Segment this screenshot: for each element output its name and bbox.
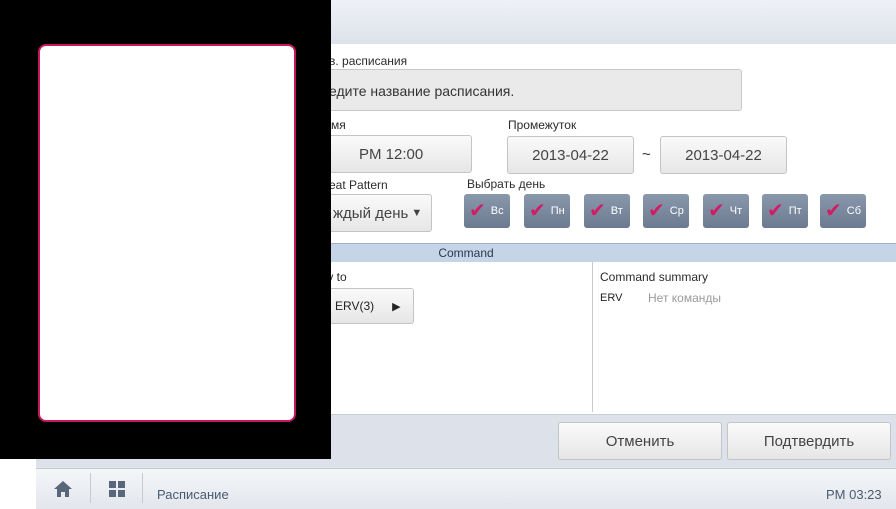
day-label: Сб bbox=[846, 205, 862, 217]
day-toggle-sat[interactable]: ✔ Сб bbox=[820, 194, 866, 228]
summary-command-value: Нет команды bbox=[648, 291, 722, 305]
time-picker-button[interactable]: PM 12:00 bbox=[318, 135, 472, 173]
overlay-content-box bbox=[38, 44, 296, 422]
home-icon[interactable] bbox=[52, 479, 74, 499]
divider bbox=[90, 473, 91, 503]
day-toggle-wed[interactable]: ✔ Ср bbox=[643, 194, 689, 228]
day-label: Вт bbox=[610, 205, 623, 217]
schedule-name-placeholder: едите название расписания. bbox=[329, 83, 515, 99]
day-toggle-tue[interactable]: ✔ Вт bbox=[584, 194, 630, 228]
period-end-button[interactable]: 2013-04-22 bbox=[660, 136, 787, 174]
day-toggle-sun[interactable]: ✔ Вс bbox=[464, 194, 510, 228]
checkmark-icon: ✔ bbox=[708, 200, 725, 222]
day-label: Пн bbox=[550, 205, 565, 217]
arrow-right-icon: ▶ bbox=[392, 300, 401, 313]
period-end-value: 2013-04-22 bbox=[685, 146, 762, 164]
summary-device-name: ERV bbox=[600, 292, 623, 304]
schedule-name-label: в. расписания bbox=[329, 54, 408, 68]
period-label: Промежуток bbox=[508, 118, 577, 132]
day-toggle-mon[interactable]: ✔ Пн bbox=[524, 194, 570, 228]
checkmark-icon: ✔ bbox=[825, 200, 842, 222]
day-toggle-fri[interactable]: ✔ Пт bbox=[762, 194, 808, 228]
repeat-pattern-dropdown[interactable]: ждый день ▼ bbox=[318, 194, 432, 232]
page-title: Расписание bbox=[157, 487, 229, 502]
day-label: Пт bbox=[788, 205, 802, 217]
checkmark-icon: ✔ bbox=[529, 200, 546, 222]
schedule-name-input[interactable]: едите название расписания. bbox=[318, 69, 742, 111]
day-toggle-thu[interactable]: ✔ Чт bbox=[703, 194, 749, 228]
apply-to-device-value: ERV(3) bbox=[335, 299, 375, 313]
dropdown-arrow-icon: ▼ bbox=[411, 207, 423, 219]
command-summary-panel bbox=[593, 262, 896, 412]
divider bbox=[142, 473, 143, 503]
menu-grid-icon[interactable] bbox=[108, 480, 126, 498]
clock: PM 03:23 bbox=[826, 487, 882, 502]
command-summary-label: Command summary bbox=[600, 270, 709, 284]
repeat-pattern-label: eat Pattern bbox=[329, 178, 388, 192]
select-day-label: Выбрать день bbox=[467, 177, 546, 191]
time-label: мя bbox=[331, 118, 346, 132]
period-separator: ~ bbox=[642, 146, 651, 163]
day-label: Вс bbox=[490, 205, 504, 217]
time-value: PM 12:00 bbox=[359, 145, 424, 163]
period-start-button[interactable]: 2013-04-22 bbox=[507, 136, 634, 174]
day-label: Ср bbox=[669, 205, 684, 217]
checkmark-icon: ✔ bbox=[589, 200, 606, 222]
checkmark-icon: ✔ bbox=[767, 200, 784, 222]
period-start-value: 2013-04-22 bbox=[532, 146, 609, 164]
checkmark-icon: ✔ bbox=[469, 200, 486, 222]
cancel-button[interactable]: Отменить bbox=[558, 422, 722, 460]
apply-to-device-button[interactable]: ERV(3) ▶ bbox=[318, 288, 414, 324]
confirm-button[interactable]: Подтвердить bbox=[727, 422, 891, 460]
day-label: Чт bbox=[729, 205, 743, 217]
repeat-pattern-value: ждый день bbox=[333, 204, 409, 222]
checkmark-icon: ✔ bbox=[648, 200, 665, 222]
